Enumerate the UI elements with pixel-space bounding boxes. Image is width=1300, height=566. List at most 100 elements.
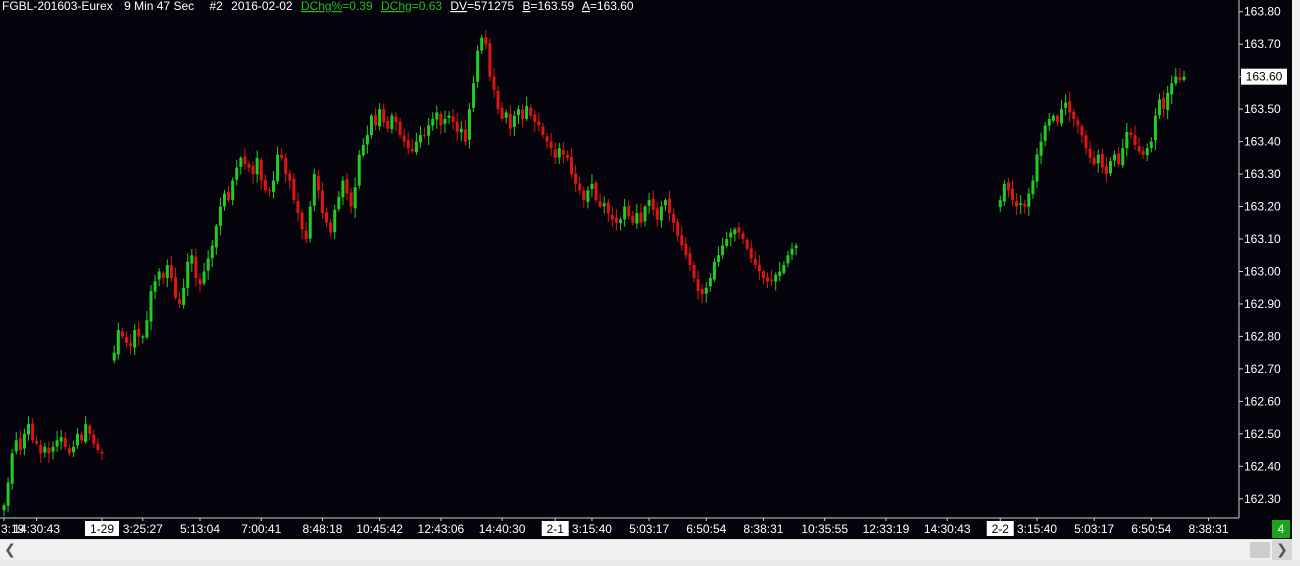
candle-body	[259, 159, 263, 181]
candle-body	[129, 343, 133, 347]
candle-body	[619, 219, 623, 224]
candle-body	[263, 179, 267, 191]
candle-body	[770, 279, 774, 282]
candle-body	[704, 287, 708, 294]
candle-body	[472, 83, 476, 108]
day-marker-label: 2-2	[992, 522, 1010, 536]
price-tick-label: 163.10	[1244, 232, 1281, 246]
candle-body	[1084, 135, 1088, 149]
candle-body	[729, 232, 733, 238]
price-tick-label: 163.80	[1244, 5, 1281, 19]
candle-body	[84, 424, 88, 442]
candle-body	[1051, 115, 1055, 121]
time-tick-label: 8:38:31	[1188, 522, 1228, 536]
candle-body	[786, 255, 790, 264]
candle-body	[214, 226, 218, 248]
candle-body	[26, 424, 30, 435]
candle-body	[717, 255, 721, 262]
candle-body	[145, 320, 149, 338]
candle-body	[235, 167, 239, 180]
candle-body	[418, 135, 422, 143]
candle-body	[521, 109, 525, 119]
header-dv-value: 571275	[474, 0, 514, 13]
candle-body	[202, 271, 206, 284]
candle-body	[390, 115, 394, 130]
candle-body	[247, 163, 251, 168]
scroll-thumb[interactable]	[1250, 542, 1270, 558]
candle-body	[1043, 125, 1047, 141]
time-tick-label: 5:13:04	[180, 522, 220, 536]
candle-body	[1023, 203, 1027, 207]
header-interval: 9 Min 47 Sec	[124, 0, 194, 13]
candle-body	[1035, 154, 1039, 182]
candle-body	[394, 116, 398, 123]
candle-body	[357, 154, 361, 186]
horizontal-scrollbar[interactable]: ❮ ❯	[0, 539, 1292, 560]
header-ask-label: A	[582, 0, 590, 13]
candle-body	[71, 446, 75, 453]
candle-body	[112, 352, 116, 361]
candle	[369, 113, 373, 139]
candle-body	[602, 203, 606, 207]
candle-body	[749, 248, 753, 259]
candle-body	[365, 135, 369, 145]
chart-count-badge[interactable]: 4	[1272, 520, 1290, 538]
candle-body	[541, 126, 545, 136]
candle-body	[1108, 161, 1112, 174]
candle-body	[676, 221, 680, 236]
candle-body	[345, 178, 349, 194]
candle-body	[75, 433, 79, 446]
time-tick-label: 3:15:40	[1017, 522, 1057, 536]
candle-body	[178, 299, 182, 304]
candle-body	[610, 214, 614, 220]
scroll-right-icon[interactable]: ❯	[1272, 540, 1292, 560]
candle-body	[276, 154, 280, 182]
candle-body	[1076, 120, 1080, 126]
candle	[312, 168, 316, 212]
candle-body	[1047, 118, 1051, 126]
price-tick-label: 163.00	[1244, 264, 1281, 278]
time-tick-label: 6:50:54	[1131, 522, 1171, 536]
candle-body	[565, 154, 569, 158]
candle-body	[141, 336, 145, 338]
candle-body	[733, 229, 737, 235]
time-tick-label: 5:03:17	[629, 522, 669, 536]
candle-body	[708, 277, 712, 287]
price-tick-label: 163.40	[1244, 135, 1281, 149]
candle-body	[333, 209, 337, 233]
price-chart[interactable]: 162.30 162.40 162.50 162.60 162.70 162.80 162.…	[0, 0, 1300, 566]
candle-body	[6, 482, 10, 506]
scroll-track[interactable]	[20, 540, 1272, 560]
candle-body	[1059, 109, 1063, 124]
time-tick-label: 3:15:40	[572, 522, 612, 536]
candle-body	[737, 227, 741, 233]
candle-body	[410, 148, 414, 152]
candle-body	[296, 201, 300, 214]
candle-body	[631, 215, 635, 223]
candle-body	[243, 156, 247, 165]
candle-body	[374, 115, 378, 126]
candle-body	[378, 109, 382, 127]
candle-body	[692, 265, 696, 278]
window-bottom-edge	[0, 560, 1300, 566]
scroll-left-icon[interactable]: ❮	[0, 540, 20, 560]
candle-body	[39, 444, 43, 454]
time-tick-label: 5:03:17	[1074, 522, 1114, 536]
time-tick-label: 6:50:54	[686, 522, 726, 536]
time-tick-label: 8:48:18	[302, 522, 342, 536]
candle-body	[1166, 92, 1170, 110]
candle-body	[288, 173, 292, 181]
price-tick-label: 163.20	[1244, 200, 1281, 214]
candle-body	[100, 451, 104, 454]
candle-body	[1064, 102, 1068, 108]
candle-body	[570, 156, 574, 175]
candle-body	[251, 165, 255, 175]
candle-body	[512, 115, 516, 127]
candle-body	[1015, 201, 1019, 207]
candle-body	[382, 109, 386, 123]
chart-canvas[interactable]: 162.30 162.40 162.50 162.60 162.70 162.80 162.…	[0, 0, 1300, 539]
candle-body	[55, 440, 59, 447]
time-tick-label: 10:45:42	[356, 522, 403, 536]
candle-body	[721, 245, 725, 256]
candle-body	[574, 173, 578, 184]
